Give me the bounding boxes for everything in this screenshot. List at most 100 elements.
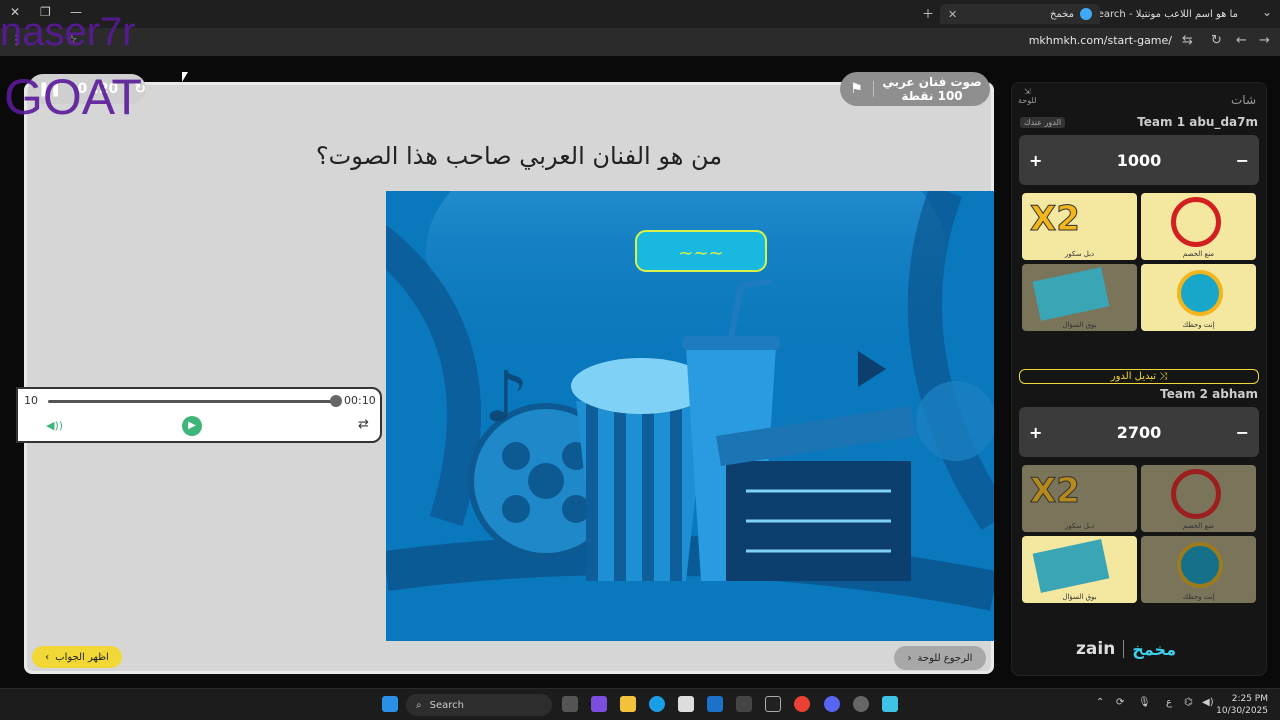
address-bar[interactable]: mkhmkh.com/start-game/ <box>1029 34 1172 47</box>
sponsor-branding: zain مخمخ <box>1076 639 1176 659</box>
speaker-icon[interactable]: ◀) <box>1202 697 1214 708</box>
tab-mkhmkh[interactable]: مخمخ ✕ <box>940 4 1100 24</box>
play-button-icon[interactable]: ▶ <box>182 416 202 436</box>
show-answer-button[interactable]: اظهر الجواب › <box>32 646 122 668</box>
timer-count: 0 <box>77 81 88 97</box>
cards-icon <box>1032 267 1110 321</box>
clock-time: 2:25 PM <box>1231 694 1268 704</box>
back-to-board-label: الرجوع للوحة <box>917 652 973 664</box>
language-indicator[interactable]: ع <box>1166 697 1172 708</box>
discord-icon[interactable] <box>824 696 840 712</box>
player-duration: 00:10 <box>344 394 376 407</box>
mkhmkh-logo: مخمخ <box>1132 639 1176 659</box>
team2-score-box: + 2700 − <box>1019 407 1259 457</box>
pause-icon[interactable]: ❚❚ <box>38 81 61 97</box>
powerup-label: إنت وحظك <box>1182 593 1215 601</box>
task-view-icon[interactable] <box>562 696 578 712</box>
powerup-block-opponent[interactable]: منع الخصم <box>1141 465 1256 532</box>
edge-icon[interactable] <box>649 696 665 712</box>
close-window-icon[interactable]: ✕ <box>10 5 20 19</box>
powerup-label: بوق السؤال <box>1062 593 1097 601</box>
reset-timer-icon[interactable]: ↻ <box>134 81 146 97</box>
notepad-icon[interactable] <box>882 696 898 712</box>
minimize-window-icon[interactable]: — <box>70 5 82 19</box>
powerup-your-luck[interactable]: إنت وحظك <box>1141 264 1256 331</box>
browser-toolbar: ⋮ ☆ mkhmkh.com/start-game/ ⇆ ↻ ← → <box>0 28 1280 56</box>
tray-sync-icon[interactable]: ⟳ <box>1116 697 1124 708</box>
microphone-icon[interactable]: 🎙 <box>1138 697 1151 708</box>
block-icon <box>1171 197 1221 247</box>
brand-separator <box>1123 640 1125 658</box>
tab-title: ما هو اسم اللاعب مونتيلا - Search <box>1100 8 1238 20</box>
team2-plus-button[interactable]: + <box>1029 423 1042 442</box>
outlook-icon[interactable] <box>707 696 723 712</box>
back-icon[interactable]: ← <box>1236 33 1247 48</box>
taskbar-search[interactable]: ⌕ Search <box>406 694 552 716</box>
ctrl-app-icon[interactable] <box>765 696 781 712</box>
category-points: 100 نقطة <box>901 89 963 103</box>
team1-plus-button[interactable]: + <box>1029 151 1042 170</box>
team2-name: Team 2 abham <box>1160 387 1258 401</box>
report-flag-icon[interactable]: ⚑ <box>840 81 874 97</box>
show-answer-label: اظهر الجواب <box>55 651 109 663</box>
network-icon[interactable]: ⌬ <box>1184 697 1193 708</box>
new-tab-icon[interactable]: ＋ <box>922 5 934 22</box>
powerup-double-score[interactable]: X2 دبل سكور <box>1022 193 1137 260</box>
board-link-label: للوحة <box>1018 96 1037 105</box>
turn-badge: الدور عندك <box>1020 117 1066 128</box>
powerup-label: بوق السؤال <box>1062 321 1097 329</box>
restore-window-icon[interactable]: ❐ <box>40 5 51 19</box>
reload-icon[interactable]: ↻ <box>1211 33 1222 48</box>
close-tab-icon[interactable]: ✕ <box>948 8 957 21</box>
taskbar: ⌕ Search ⌃ ⟳ 🎙 ع ⌬ ◀) 2:25 PM 10/30/2025 <box>0 688 1280 720</box>
audio-player: 10 00:10 ◀)) ▶ ⇄ <box>16 387 382 443</box>
timer-time: :20 <box>93 81 119 97</box>
store-icon[interactable] <box>678 696 694 712</box>
team2-minus-button[interactable]: − <box>1236 423 1249 442</box>
powerup-question-horn[interactable]: بوق السؤال <box>1022 264 1137 331</box>
tab-title: مخمخ <box>1049 8 1074 20</box>
powerup-your-luck[interactable]: إنت وحظك <box>1141 536 1256 603</box>
volume-icon[interactable]: ◀)) <box>46 419 63 432</box>
team1-name: Team 1 abu_da7m <box>1137 115 1258 129</box>
team2-score: 2700 <box>1116 422 1162 442</box>
powerup-block-opponent[interactable]: منع الخصم <box>1141 193 1256 260</box>
loop-icon[interactable]: ⇄ <box>358 417 369 432</box>
switch-turn-button[interactable]: ⤨ تبديل الدور <box>1019 369 1259 384</box>
menu-icon[interactable]: ⋮ <box>10 33 23 48</box>
wheel-icon <box>1177 270 1223 316</box>
tab-search[interactable]: ما هو اسم اللاعب مونتيلا - Search ✕ <box>1100 4 1252 24</box>
powerup-question-horn[interactable]: بوق السؤال <box>1022 536 1137 603</box>
chat-label[interactable]: شات <box>1231 93 1256 107</box>
site-settings-icon[interactable]: ⇆ <box>1182 33 1193 48</box>
taskbar-clock[interactable]: 2:25 PM 10/30/2025 <box>1216 693 1268 717</box>
tray-chevron-icon[interactable]: ⌃ <box>1096 697 1104 708</box>
bookmark-star-icon[interactable]: ☆ <box>66 33 78 48</box>
player-progress-knob[interactable] <box>330 395 342 407</box>
player-progress-track[interactable] <box>48 400 336 403</box>
forward-icon[interactable]: → <box>1259 33 1270 48</box>
file-explorer-icon[interactable] <box>620 696 636 712</box>
wheel-icon <box>1177 542 1223 588</box>
team2-powerups: X2 دبل سكور منع الخصم بوق السؤال إنت وحظ… <box>1022 465 1256 603</box>
zain-logo: zain <box>1076 639 1116 659</box>
mkhmkh-logo-icon: ~~~ <box>635 230 767 272</box>
windows-start-icon[interactable] <box>382 696 398 712</box>
category-name: صوت فنان عربي <box>882 75 982 89</box>
team1-minus-button[interactable]: − <box>1236 151 1249 170</box>
copilot-icon[interactable] <box>591 696 607 712</box>
powerup-label: دبل سكور <box>1064 250 1095 258</box>
app-icon[interactable] <box>736 696 752 712</box>
chevron-left-icon: ‹ <box>907 652 912 664</box>
powerup-label: منع الخصم <box>1182 250 1215 258</box>
back-to-board-button[interactable]: الرجوع للوحة ‹ <box>894 646 986 670</box>
obs-icon[interactable] <box>853 696 869 712</box>
chrome-icon[interactable] <box>794 696 810 712</box>
exit-icon: ⇲ <box>1023 87 1031 96</box>
board-link[interactable]: ⇲ للوحة <box>1018 87 1036 105</box>
browser-tabstrip: ✕ ❐ — ＋ مخمخ ✕ ما هو اسم اللاعب مونتيلا … <box>0 0 1280 28</box>
powerup-double-score[interactable]: X2 دبل سكور <box>1022 465 1137 532</box>
mkhmkh-favicon-icon <box>1080 8 1092 20</box>
tab-search-dropdown-icon[interactable]: ⌄ <box>1262 5 1272 19</box>
powerup-label: دبل سكور <box>1064 522 1095 530</box>
